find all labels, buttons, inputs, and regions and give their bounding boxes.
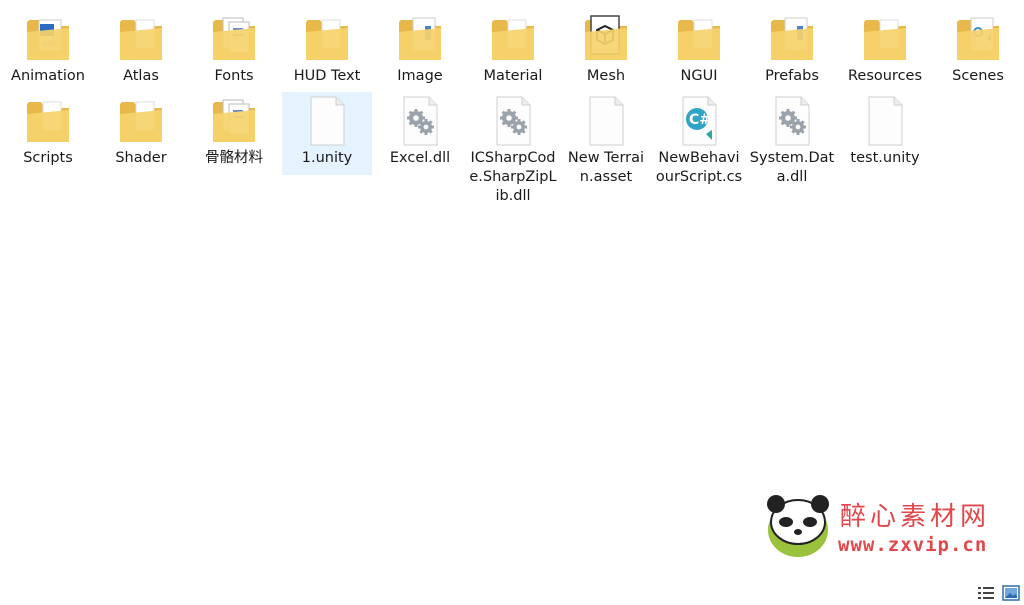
file-item-label: Shader — [115, 150, 167, 166]
file-item-label: Atlas — [123, 68, 159, 84]
file-item[interactable]: New Terrain.asset — [561, 92, 651, 187]
dll-gear-icon — [767, 94, 817, 148]
folder-icon — [302, 12, 352, 66]
dll-gear-icon — [395, 94, 445, 148]
folder-doc-blue-icon — [767, 12, 817, 66]
file-item[interactable]: Fonts — [189, 10, 279, 86]
file-item[interactable]: Atlas — [96, 10, 186, 86]
dll-gear-icon — [488, 94, 538, 148]
folder-icon — [116, 94, 166, 148]
file-item-label: NGUI — [680, 68, 718, 84]
blank-file-icon — [302, 94, 352, 148]
large-icons-view-icon[interactable] — [1002, 585, 1020, 601]
folder-3d-icon — [581, 12, 631, 66]
folder-icon — [23, 94, 73, 148]
watermark-url: www.zxvip.cn — [838, 534, 988, 556]
file-item-label: Image — [397, 68, 443, 84]
file-item[interactable]: Resources — [840, 10, 930, 86]
file-item[interactable]: Material — [468, 10, 558, 86]
folder-icon — [116, 12, 166, 66]
folder-doc-blue-icon — [395, 12, 445, 66]
watermark: 醉心素材网 www.zxvip.cn — [762, 492, 1002, 562]
file-item[interactable]: System.Data.dll — [747, 92, 837, 187]
file-item-label: NewBehaviourScript.cs — [655, 150, 743, 185]
file-item-label: Excel.dll — [389, 150, 451, 166]
folder-unity-icon — [953, 12, 1003, 66]
file-item[interactable]: Scripts — [3, 92, 93, 168]
file-item-label: Scripts — [23, 150, 73, 166]
file-item[interactable]: ICSharpCode.SharpZipLib.dll — [468, 92, 558, 206]
file-item[interactable]: 1.unity — [282, 92, 372, 175]
blank-file-icon — [581, 94, 631, 148]
file-item[interactable]: NGUI — [654, 10, 744, 86]
csharp-file-icon: C# — [674, 94, 724, 148]
file-item-label: 1.unity — [301, 150, 353, 166]
file-item-label: Prefabs — [765, 68, 819, 84]
file-item-label: ICSharpCode.SharpZipLib.dll — [469, 150, 557, 204]
file-item[interactable]: Prefabs — [747, 10, 837, 86]
file-item[interactable]: Shader — [96, 92, 186, 168]
watermark-title: 醉心素材网 — [840, 502, 991, 532]
file-grid: SWF Animation Atlas Fonts HUD Text Image Mater… — [0, 0, 1024, 560]
folder-icon — [674, 12, 724, 66]
file-item-label: Mesh — [586, 68, 626, 84]
file-item[interactable]: 骨骼材料 — [189, 92, 279, 168]
file-item[interactable]: HUD Text — [282, 10, 372, 86]
file-item-label: 骨骼材料 — [205, 150, 263, 166]
blank-file-icon — [860, 94, 910, 148]
file-item[interactable]: SWF Animation — [3, 10, 93, 86]
svg-text:C#: C# — [689, 112, 711, 128]
folder-docs-icon — [209, 94, 259, 148]
file-item-label: Resources — [847, 68, 923, 84]
file-item-label: System.Data.dll — [749, 150, 835, 185]
file-item-label: Fonts — [214, 68, 254, 84]
panda-logo-icon — [767, 495, 829, 557]
file-item-label: New Terrain.asset — [567, 150, 645, 185]
folder-docs-icon — [209, 12, 259, 66]
file-item-label: Animation — [11, 68, 85, 84]
file-item[interactable]: Mesh — [561, 10, 651, 86]
file-item-label: HUD Text — [293, 68, 361, 84]
file-item[interactable]: Excel.dll — [375, 92, 465, 168]
file-item-label: Scenes — [952, 68, 1004, 84]
file-item[interactable]: C# NewBehaviourScript.cs — [654, 92, 744, 187]
folder-swf-icon: SWF — [23, 12, 73, 66]
file-item-label: test.unity — [850, 150, 920, 166]
details-view-icon[interactable] — [977, 585, 995, 601]
file-item[interactable]: test.unity — [840, 92, 930, 168]
file-item[interactable]: Scenes — [933, 10, 1023, 86]
file-item-label: Material — [483, 68, 543, 84]
folder-icon — [860, 12, 910, 66]
file-item[interactable]: Image — [375, 10, 465, 86]
folder-icon — [488, 12, 538, 66]
